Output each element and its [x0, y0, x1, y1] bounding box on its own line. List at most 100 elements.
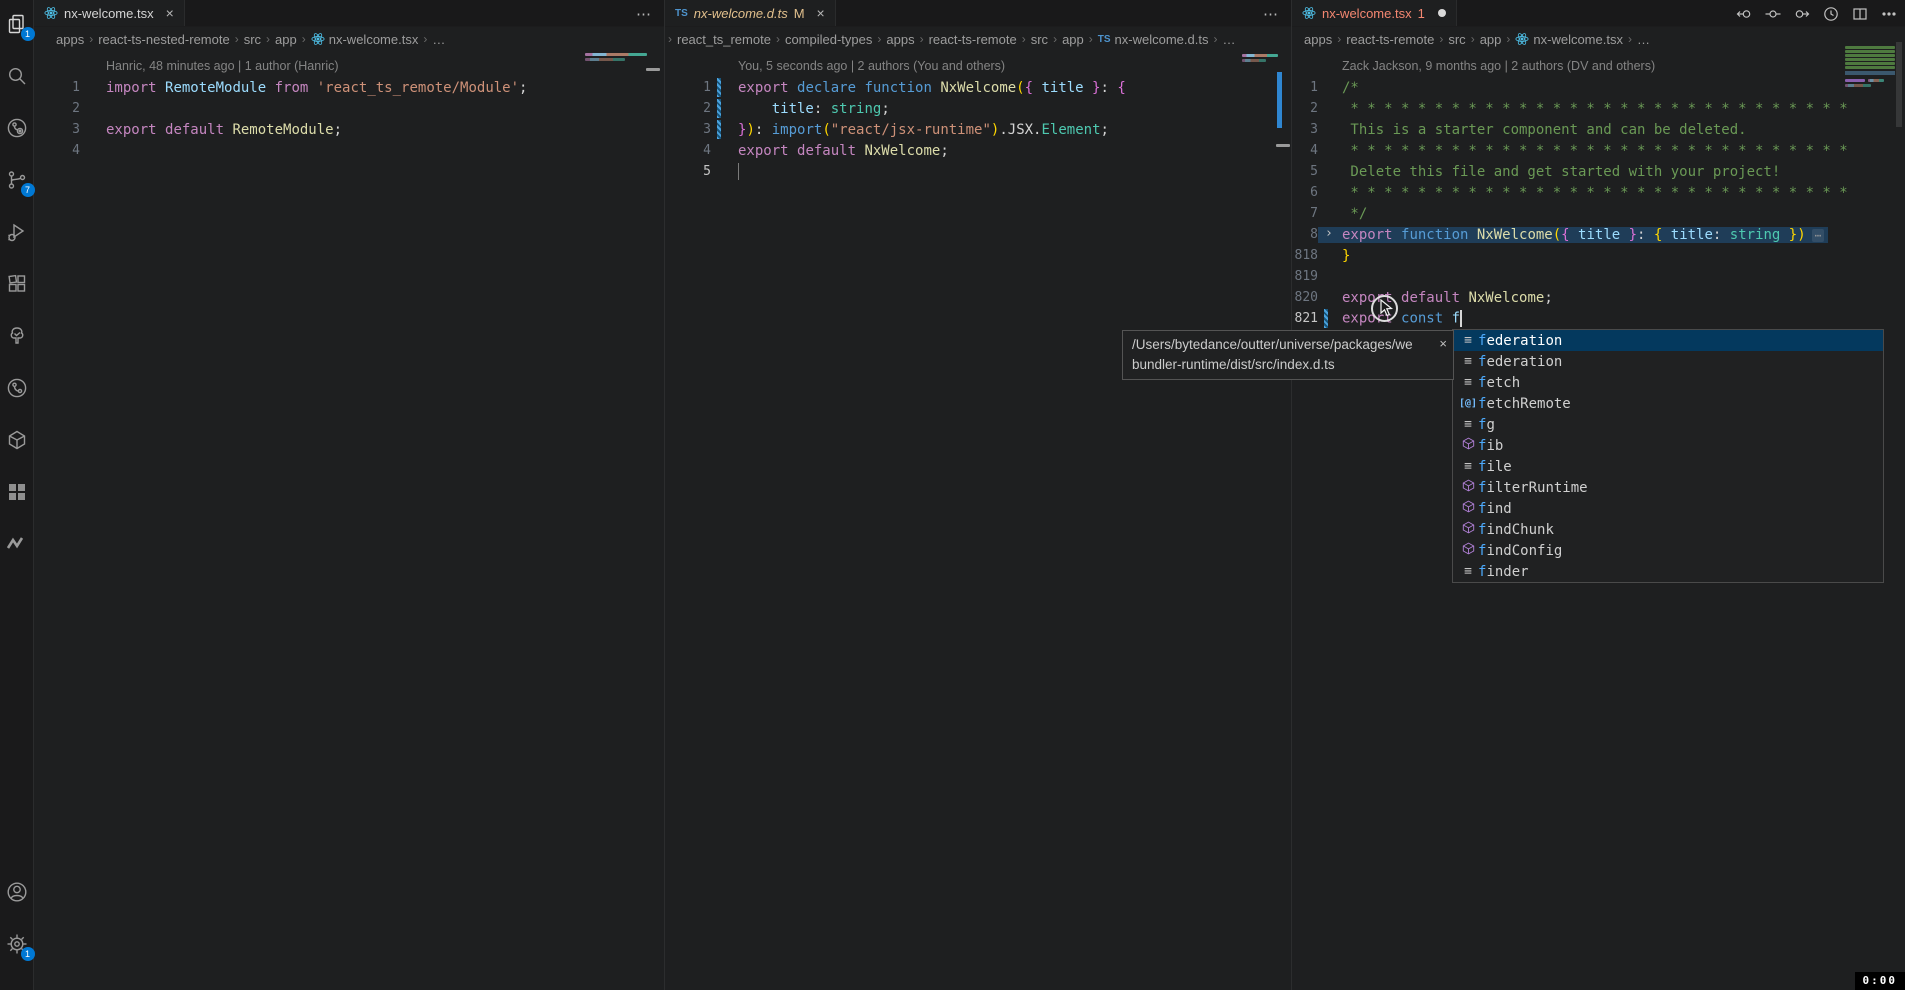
close-icon[interactable]: × [817, 5, 825, 21]
code-editor[interactable]: 1import RemoteModule from 'react_ts_remo… [34, 77, 664, 161]
code-line[interactable]: 5 [665, 161, 1291, 182]
code-line[interactable]: 5 Delete this file and get started with … [1292, 161, 1905, 182]
hexagon-box-icon[interactable] [5, 428, 29, 452]
tab-nx-welcome-tsx-modified[interactable]: nx-welcome.tsx1 [1292, 0, 1457, 26]
split-editor-icon[interactable] [1852, 6, 1868, 22]
suggestion-item[interactable]: ≡fetch [1453, 372, 1883, 393]
code-line[interactable]: 4export default NxWelcome; [665, 140, 1291, 161]
more-actions-icon[interactable] [1881, 6, 1897, 22]
suggestion-item[interactable]: findChunk [1453, 519, 1883, 540]
code-line[interactable]: 3 This is a starter component and can be… [1292, 119, 1905, 140]
suggestion-item[interactable]: filterRuntime [1453, 477, 1883, 498]
breadcrumb-item[interactable]: apps [886, 32, 914, 47]
code-editor[interactable]: 1/*2 * * * * * * * * * * * * * * * * * *… [1292, 77, 1905, 329]
pane-divider[interactable] [664, 0, 665, 990]
suggestion-item[interactable]: ≡federation [1453, 330, 1883, 351]
folded-region-icon[interactable]: ⋯ [1812, 229, 1825, 242]
tab-nx-welcome-dts[interactable]: TSnx-welcome.d.tsM× [665, 0, 836, 26]
line-number[interactable]: 1 [34, 80, 80, 95]
minimap[interactable] [1242, 59, 1266, 62]
code-line[interactable]: 8export function NxWelcome({ title }: { … [1292, 224, 1905, 245]
squares-grid-icon[interactable] [5, 480, 29, 504]
line-number[interactable]: 1 [1292, 80, 1318, 95]
code-line[interactable]: 2 [34, 98, 664, 119]
breadcrumb-item[interactable]: src [1448, 32, 1465, 47]
code-line[interactable]: 4 [34, 140, 664, 161]
line-number[interactable]: 3 [665, 122, 711, 137]
account-icon[interactable] [5, 880, 29, 904]
breadcrumb-item[interactable]: src [244, 32, 261, 47]
scrollbar-thumb[interactable] [1896, 42, 1902, 127]
dirty-dot-icon[interactable] [1438, 9, 1446, 17]
line-number[interactable]: 819 [1292, 269, 1318, 284]
history-icon[interactable] [1823, 6, 1839, 22]
breadcrumb-item[interactable]: react_ts_remote [677, 32, 771, 47]
source-control-icon[interactable]: 7 [5, 168, 29, 192]
line-number[interactable]: 7 [1292, 206, 1318, 221]
line-number[interactable]: 2 [665, 101, 711, 116]
pane-divider[interactable] [1291, 0, 1292, 990]
code-editor[interactable]: 1export declare function NxWelcome({ tit… [665, 77, 1291, 182]
line-number[interactable]: 3 [1292, 122, 1318, 137]
git-graph-icon[interactable] [5, 376, 29, 400]
line-number[interactable]: 5 [665, 164, 711, 179]
commit-node-icon[interactable] [1765, 6, 1781, 22]
close-icon[interactable]: × [1439, 334, 1447, 354]
code-line[interactable]: 818} [1292, 245, 1905, 266]
settings-gear-icon[interactable]: 1 [5, 932, 29, 956]
line-number[interactable]: 6 [1292, 185, 1318, 200]
suggestion-item[interactable]: ≡federation [1453, 351, 1883, 372]
more-actions-icon[interactable]: ⋯ [636, 0, 652, 27]
line-number[interactable]: 820 [1292, 290, 1318, 305]
line-number[interactable]: 821 [1292, 311, 1318, 326]
suggestion-item[interactable]: ≡file [1453, 456, 1883, 477]
code-line[interactable]: 6 * * * * * * * * * * * * * * * * * * * … [1292, 182, 1905, 203]
breadcrumb-item[interactable]: … [432, 32, 445, 47]
breadcrumb-item[interactable]: nx-welcome.tsx [1515, 32, 1623, 47]
close-icon[interactable]: × [166, 5, 174, 21]
breadcrumb-item[interactable]: src [1031, 32, 1048, 47]
more-actions-icon[interactable]: ⋯ [1263, 0, 1279, 27]
suggestion-item[interactable]: ≡finder [1453, 561, 1883, 582]
breadcrumb-item[interactable]: react-ts-nested-remote [98, 32, 230, 47]
breadcrumb-item[interactable]: app [275, 32, 297, 47]
breadcrumb-item[interactable]: apps [56, 32, 84, 47]
line-number[interactable]: 1 [665, 80, 711, 95]
line-number[interactable]: 2 [1292, 101, 1318, 116]
tab-nx-welcome-tsx[interactable]: nx-welcome.tsx× [34, 0, 185, 26]
minimap[interactable] [1242, 54, 1278, 57]
code-line[interactable]: 1export declare function NxWelcome({ tit… [665, 77, 1291, 98]
minimap[interactable] [585, 58, 625, 61]
code-line[interactable]: 3}): import("react/jsx-runtime").JSX.Ele… [665, 119, 1291, 140]
line-number[interactable]: 2 [34, 101, 80, 116]
breadcrumb-item[interactable]: … [1222, 32, 1235, 47]
breadcrumb-item[interactable]: apps [1304, 32, 1332, 47]
suggestion-item[interactable]: fib [1453, 435, 1883, 456]
nav-forward-icon[interactable] [1794, 6, 1810, 22]
suggestion-item[interactable]: ≡fg [1453, 414, 1883, 435]
breadcrumb-item[interactable]: nx-welcome.tsx [311, 32, 419, 47]
code-line[interactable]: 4 * * * * * * * * * * * * * * * * * * * … [1292, 140, 1905, 161]
code-line[interactable]: 3export default RemoteModule; [34, 119, 664, 140]
line-number[interactable]: 8 [1292, 227, 1318, 242]
breadcrumb-item[interactable]: TSnx-welcome.d.ts [1098, 32, 1209, 47]
suggestion-item[interactable]: findConfig [1453, 540, 1883, 561]
breadcrumb-item[interactable]: react-ts-remote [929, 32, 1017, 47]
testing-tree-icon[interactable] [5, 324, 29, 348]
nav-back-icon[interactable] [1736, 6, 1752, 22]
code-line[interactable]: 1import RemoteModule from 'react_ts_remo… [34, 77, 664, 98]
suggestion-item[interactable]: [@]fetchRemote [1453, 393, 1883, 414]
breadcrumb-item[interactable]: react-ts-remote [1346, 32, 1434, 47]
suggestion-item[interactable]: find [1453, 498, 1883, 519]
code-line[interactable]: 1/* [1292, 77, 1905, 98]
extensions-icon[interactable] [5, 272, 29, 296]
breadcrumb-item[interactable]: compiled-types [785, 32, 872, 47]
code-line[interactable]: 2 title: string; [665, 98, 1291, 119]
run-debug-icon[interactable] [5, 220, 29, 244]
explorer-icon[interactable]: 1 [5, 12, 29, 36]
search-icon[interactable] [5, 64, 29, 88]
line-number[interactable]: 4 [665, 143, 711, 158]
code-line[interactable]: 2 * * * * * * * * * * * * * * * * * * * … [1292, 98, 1905, 119]
code-line[interactable]: 7 */ [1292, 203, 1905, 224]
minimap[interactable] [585, 53, 647, 56]
